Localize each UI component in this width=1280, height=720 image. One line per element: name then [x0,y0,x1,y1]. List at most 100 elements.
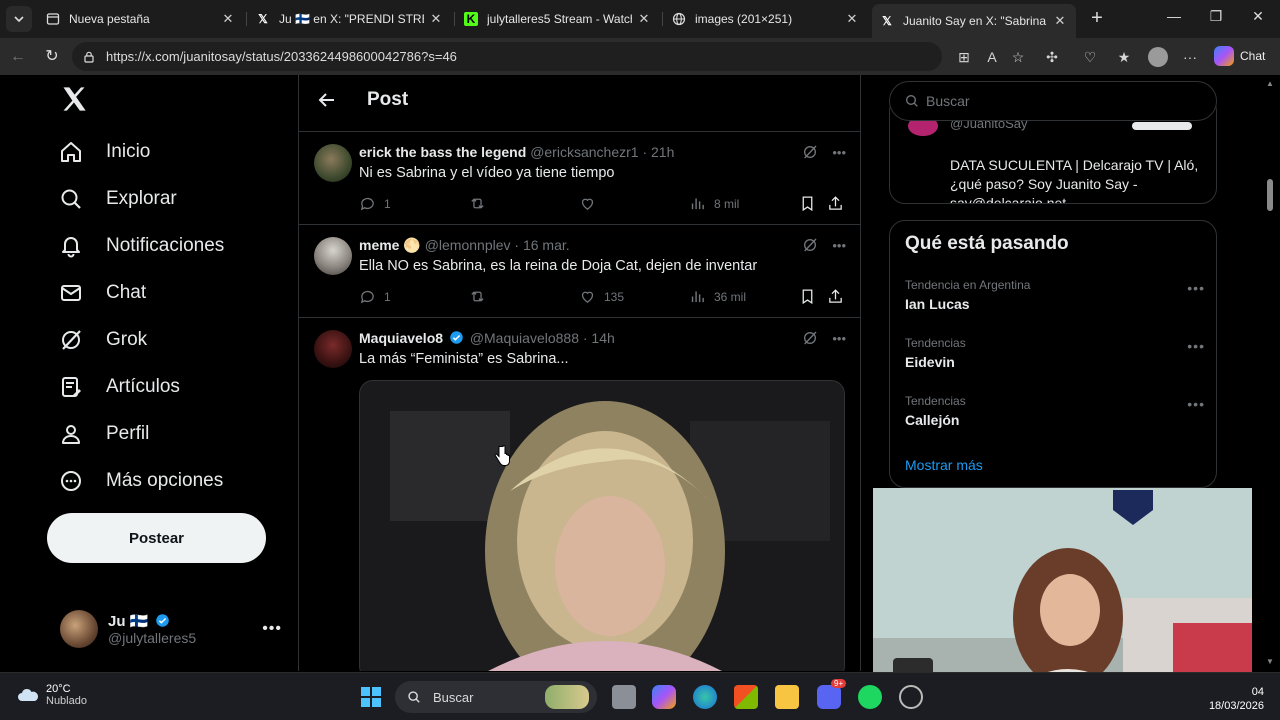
extensions-icon[interactable]: ✣ [1042,47,1062,67]
x-logo-icon[interactable] [60,85,88,113]
taskbar-search[interactable]: Buscar [395,681,597,713]
scroll-up-icon[interactable]: ▲ [1266,79,1274,88]
app-install-icon[interactable]: ⊞ [954,47,974,67]
read-aloud-icon[interactable]: A [982,47,1002,67]
browser-tab-1[interactable]: Nueva pestaña ✕ [38,4,244,34]
grok-icon[interactable] [802,330,818,346]
reply-button[interactable]: 1 [359,195,391,212]
more-horizontal-icon[interactable]: ••• [1187,280,1205,296]
close-window-icon[interactable]: ✕ [1248,8,1268,25]
share-button[interactable] [827,195,852,212]
reply-tweet[interactable]: meme 🌕 @lemonnplev · 16 mar. ••• Ella NO… [299,225,860,318]
store-icon[interactable] [734,685,758,709]
nav-grok[interactable]: Grok [58,320,147,360]
repost-button[interactable] [469,195,494,212]
author-name[interactable]: Maquiavelo8 [359,330,443,346]
back-arrow-icon[interactable] [317,90,337,110]
browser-tab-2[interactable]: 𝕏 Ju 🇫🇮 en X: "PRENDI STREAM htt ✕ [248,4,452,34]
spotify-icon[interactable] [858,685,882,709]
more-horizontal-icon[interactable]: ••• [1187,396,1205,412]
nav-notifications[interactable]: Notificaciones [58,226,224,266]
scroll-down-icon[interactable]: ▼ [1266,657,1274,666]
minimize-icon[interactable]: — [1164,8,1184,24]
tab-close-icon[interactable]: ✕ [636,11,652,27]
weather-widget[interactable]: 20°C Nublado [16,683,87,707]
like-button[interactable] [579,195,604,212]
trend-item[interactable]: Tendencias Eidevin ••• [905,336,1205,370]
weather-condition: Nublado [46,695,87,707]
more-horizontal-icon[interactable]: ••• [1187,338,1205,354]
share-button[interactable] [827,288,852,305]
copilot-app-icon[interactable] [652,685,676,709]
nav-explore[interactable]: Explorar [58,179,177,219]
tab-close-icon[interactable]: ✕ [220,11,236,27]
more-horizontal-icon[interactable]: ••• [832,331,846,346]
repost-button[interactable] [469,288,494,305]
browser-tab-active[interactable]: 𝕏 Juanito Say en X: "Sabrina Carp ✕ [872,4,1076,38]
copilot-chat-button[interactable]: Chat [1214,46,1265,66]
more-horizontal-icon[interactable]: ••• [832,238,846,253]
avatar[interactable] [314,237,352,275]
tab-close-icon[interactable]: ✕ [844,11,860,27]
reply-button[interactable]: 1 [359,288,391,305]
task-view-icon[interactable] [612,685,636,709]
tab-close-icon[interactable]: ✕ [428,11,444,27]
like-button[interactable]: 135 [579,288,624,305]
views-button[interactable]: 8 mil [689,195,739,212]
favorites-icon[interactable]: ★ [1114,47,1134,67]
browser-tab-3[interactable]: K julytalleres5 Stream - Watch Live ✕ [456,4,660,34]
views-button[interactable]: 36 mil [689,288,746,305]
site-info-icon[interactable] [82,50,96,64]
nav-profile[interactable]: Perfil [58,414,149,454]
tweet-video[interactable] [359,380,845,671]
windows-start-icon[interactable] [359,685,383,709]
system-clock[interactable]: 04 18/03/2026 [1198,685,1264,713]
search-input[interactable]: Buscar [889,81,1217,121]
tab-close-icon[interactable]: ✕ [1052,13,1068,29]
post-button[interactable]: Postear [47,513,266,563]
nav-more-options[interactable]: Más opciones [58,461,223,501]
more-horizontal-icon[interactable]: ••• [832,145,846,160]
account-switcher[interactable]: Ju 🇫🇮 @julytalleres5 ••• [60,608,290,650]
grok-icon[interactable] [802,144,818,160]
bookmark-button[interactable] [799,288,824,305]
author-name[interactable]: meme 🌕 [359,237,421,253]
back-icon[interactable]: ← [8,47,28,67]
follow-button[interactable] [1132,122,1192,130]
nav-label: Artículos [106,376,180,397]
author-name[interactable]: erick the bass the legend [359,144,526,160]
tab-title: Ju 🇫🇮 en X: "PRENDI STREAM htt [279,12,424,26]
show-more-link[interactable]: Mostrar más [905,457,983,473]
avatar[interactable] [314,144,352,182]
bookmark-button[interactable] [799,195,824,212]
reply-tweet[interactable]: Maquiavelo8 @Maquiavelo888 · 14h ••• La … [299,318,860,671]
more-menu-icon[interactable]: ··· [1180,47,1200,67]
edge-browser-icon[interactable] [693,685,717,709]
obs-icon[interactable] [899,685,923,709]
nav-home[interactable]: Inicio [58,132,150,172]
chevron-down-icon [14,16,24,23]
page-scrollbar[interactable]: ▲ ▼ [1264,75,1276,671]
more-horizontal-icon[interactable]: ••• [262,620,282,638]
maximize-icon[interactable]: ❐ [1206,8,1226,25]
tab-actions-button[interactable] [6,6,32,32]
grok-icon[interactable] [802,237,818,253]
nav-articles[interactable]: Artículos [58,367,180,407]
avatar[interactable] [314,330,352,368]
scrollbar-thumb[interactable] [1267,179,1273,211]
nav-chat[interactable]: Chat [58,273,146,313]
search-placeholder: Buscar [926,93,970,109]
trend-item[interactable]: Tendencia en Argentina Ian Lucas ••• [905,278,1205,312]
address-bar[interactable]: https://x.com/juanitosay/status/20336244… [72,42,942,71]
profile-avatar-icon[interactable] [1148,47,1168,67]
discord-icon[interactable]: 9+ [817,679,847,709]
tab-title: Nueva pestaña [69,12,150,26]
trend-item[interactable]: Tendencias Callejón ••• [905,394,1205,428]
file-explorer-icon[interactable] [775,685,799,709]
browser-essentials-icon[interactable]: ♡ [1080,47,1100,67]
reply-tweet[interactable]: erick the bass the legend @ericksanchezr… [299,132,860,225]
reload-icon[interactable]: ↻ [42,47,62,67]
browser-tab-4[interactable]: images (201×251) ✕ [664,4,868,34]
favorite-star-icon[interactable]: ☆ [1008,47,1028,67]
new-tab-button[interactable]: + [1086,7,1108,29]
